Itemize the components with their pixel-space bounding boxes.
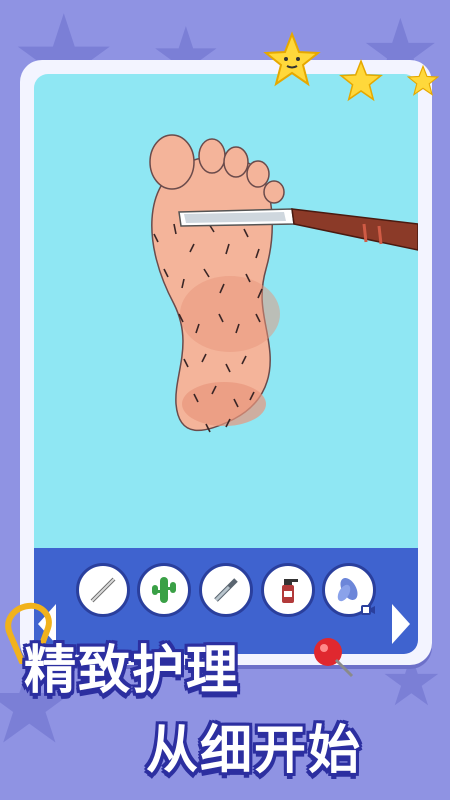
toe[interactable] — [263, 180, 285, 204]
tool-slot-leaf[interactable] — [322, 563, 376, 617]
pushpin-icon — [314, 638, 354, 678]
video-ad-icon — [361, 605, 375, 615]
toe[interactable] — [246, 160, 270, 188]
scraper-icon — [214, 578, 238, 602]
big-toe[interactable] — [149, 134, 195, 190]
spray-bottle-icon — [282, 579, 298, 603]
pencil-razor-icon — [90, 577, 116, 603]
leaf-icon — [337, 578, 358, 602]
tool-slot-razor[interactable] — [76, 563, 130, 617]
tool-slot-scraper[interactable] — [199, 563, 253, 617]
promo-title-line2: 从细开始 — [146, 721, 363, 781]
gold-star-icon — [406, 64, 440, 96]
tool-slot-cactus[interactable] — [137, 563, 191, 617]
gold-star-icon — [263, 31, 321, 87]
tool-slot-spray[interactable] — [261, 563, 315, 617]
toe[interactable] — [198, 138, 226, 174]
play-area[interactable] — [34, 74, 419, 548]
toe[interactable] — [223, 146, 249, 178]
promo-title-line1: 精致护理 — [24, 641, 241, 701]
gold-star-icon — [339, 58, 383, 102]
cactus-icon — [152, 577, 176, 603]
foot-illustration[interactable] — [34, 74, 419, 548]
